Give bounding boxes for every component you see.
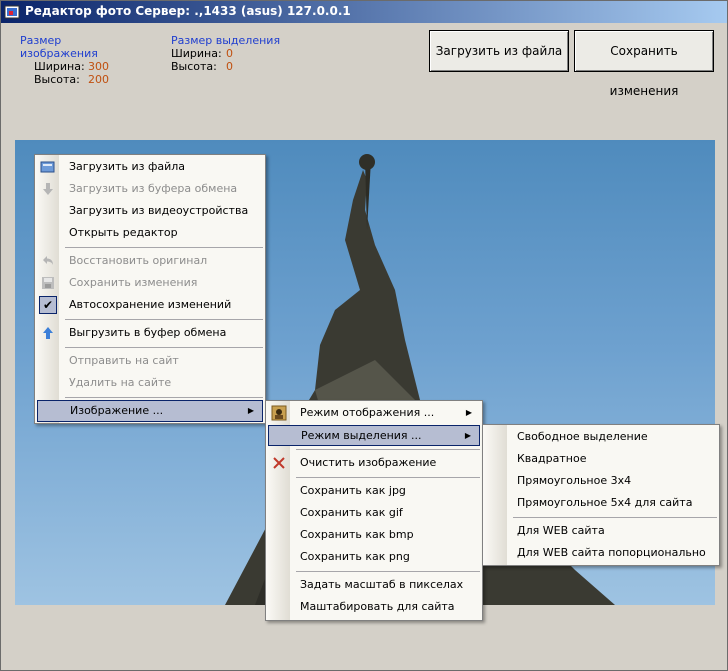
menu-item-free-selection[interactable]: Свободное выделение <box>485 427 717 447</box>
menu-item-load-from-file[interactable]: Загрузить из файла <box>37 157 263 177</box>
check-icon: ✔ <box>39 296 57 314</box>
menu-item-selection-mode[interactable]: Режим выделения ... ▶ <box>268 425 480 446</box>
menu-item-save-as-gif[interactable]: Сохранить как gif <box>268 503 480 523</box>
menu-item-label: Открыть редактор <box>69 226 178 239</box>
image-width-row: Ширина: 300 <box>20 60 140 73</box>
menu-item-label: Удалить на сайте <box>69 376 172 389</box>
menu-item-label: Восстановить оригинал <box>69 254 208 267</box>
menu-separator <box>296 477 480 478</box>
menu-separator <box>296 449 480 450</box>
menu-item-load-from-video-device[interactable]: Загрузить из видеоустройства <box>37 201 263 221</box>
selection-height-row: Высота: 0 <box>171 60 291 73</box>
menu-separator <box>65 397 263 398</box>
menu-item-label: Задать масштаб в пикселах <box>300 578 464 591</box>
selection-size-panel: Размер выделения Ширина: 0 Высота: 0 <box>171 34 291 73</box>
menu-item-set-scale-pixels[interactable]: Задать масштаб в пикселах <box>268 575 480 595</box>
menu-item-square[interactable]: Квадратное <box>485 449 717 469</box>
menu-item-open-editor[interactable]: Открыть редактор <box>37 223 263 243</box>
menu-item-image[interactable]: Изображение ... ▶ <box>37 400 263 422</box>
menu-item-label: Маштабировать для сайта <box>300 600 455 613</box>
display-mode-icon <box>271 405 287 421</box>
menu-item-copy-to-clipboard[interactable]: Выгрузить в буфер обмена <box>37 323 263 343</box>
up-arrow-icon <box>40 325 56 341</box>
menu-item-label: Сохранить как png <box>300 550 410 563</box>
image-width-label: Ширина: <box>34 60 85 73</box>
menu-item-display-mode[interactable]: Режим отображения ... ▶ <box>268 403 480 423</box>
menu-item-label: Прямоугольное 3x4 <box>517 474 632 487</box>
menu-item-label: Загрузить из видеоустройства <box>69 204 249 217</box>
image-height-value: 200 <box>88 73 109 86</box>
menu-item-label: Отправить на сайт <box>69 354 179 367</box>
menu-item-label: Сохранить как bmp <box>300 528 414 541</box>
menu-item-label: Загрузить из буфера обмена <box>69 182 238 195</box>
menu-item-label: Прямоугольное 5x4 для сайта <box>517 496 693 509</box>
image-height-label: Высота: <box>34 73 80 86</box>
app-icon <box>4 5 20 19</box>
menu-separator <box>513 517 717 518</box>
submenu-arrow-icon: ▶ <box>465 408 472 417</box>
menu-item-label: Квадратное <box>517 452 587 465</box>
menu-item-label: Свободное выделение <box>517 430 648 443</box>
image-size-panel: Размер изображения Ширина: 300 Высота: 2… <box>20 34 140 86</box>
open-file-icon <box>40 159 56 175</box>
menu-item-for-web-site-proportional[interactable]: Для WEB сайта попорционально <box>485 543 717 563</box>
menu-item-label: Для WEB сайта попорционально <box>517 546 706 559</box>
context-menu: Загрузить из файла Загрузить из буфера о… <box>34 154 266 424</box>
down-arrow-icon <box>40 181 56 197</box>
save-changes-button[interactable]: Сохранить изменения <box>574 30 714 98</box>
menu-item-load-from-clipboard[interactable]: Загрузить из буфера обмена <box>37 179 263 199</box>
menu-separator <box>296 571 480 572</box>
menu-item-label: Выгрузить в буфер обмена <box>69 326 227 339</box>
selection-height-label: Высота: <box>171 60 217 73</box>
menu-item-label: Изображение ... <box>70 404 164 417</box>
menu-item-label: Загрузить из файла <box>69 160 186 173</box>
menu-item-label: Очистить изображение <box>300 456 437 469</box>
menu-item-label: Автосохранение изменений <box>69 298 232 311</box>
selection-width-label: Ширина: <box>171 47 222 60</box>
menu-item-label: Режим отображения ... <box>300 406 435 419</box>
menu-item-rect-3x4[interactable]: Прямоугольное 3x4 <box>485 471 717 491</box>
menu-separator <box>65 247 263 248</box>
menu-item-rect-5x4-site[interactable]: Прямоугольное 5x4 для сайта <box>485 493 717 513</box>
menu-item-save-as-png[interactable]: Сохранить как png <box>268 547 480 567</box>
menu-item-save-changes[interactable]: Сохранить изменения <box>37 273 263 293</box>
menu-item-for-web-site[interactable]: Для WEB сайта <box>485 521 717 541</box>
selection-size-header: Размер выделения <box>171 34 281 47</box>
menu-item-label: Режим выделения ... <box>301 429 422 442</box>
load-from-file-button[interactable]: Загрузить из файла <box>429 30 569 72</box>
selection-mode-submenu: Свободное выделение Квадратное Прямоугол… <box>482 424 720 566</box>
window-title: Редактор фото Сервер: .,1433 (asus) 127.… <box>25 4 351 18</box>
clear-icon <box>271 455 287 471</box>
menu-item-delete-on-site[interactable]: Удалить на сайте <box>37 373 263 393</box>
title-bar[interactable]: Редактор фото Сервер: .,1433 (asus) 127.… <box>1 1 727 23</box>
menu-item-label: Сохранить как jpg <box>300 484 406 497</box>
selection-height-value: 0 <box>226 60 233 73</box>
submenu-arrow-icon: ▶ <box>464 431 471 440</box>
photo-editor-window: Редактор фото Сервер: .,1433 (asus) 127.… <box>0 0 728 671</box>
menu-separator <box>65 347 263 348</box>
menu-separator <box>65 319 263 320</box>
menu-item-restore-original[interactable]: Восстановить оригинал <box>37 251 263 271</box>
image-size-header: Размер изображения <box>20 34 98 60</box>
menu-item-save-as-bmp[interactable]: Сохранить как bmp <box>268 525 480 545</box>
submenu-arrow-icon: ▶ <box>247 406 254 415</box>
image-width-value: 300 <box>88 60 109 73</box>
menu-item-label: Для WEB сайта <box>517 524 605 537</box>
undo-icon <box>40 253 56 269</box>
selection-width-value: 0 <box>226 47 233 60</box>
menu-item-autosave-changes[interactable]: ✔ Автосохранение изменений <box>37 295 263 315</box>
selection-width-row: Ширина: 0 <box>171 47 291 60</box>
menu-item-clear-image[interactable]: Очистить изображение <box>268 453 480 473</box>
menu-item-label: Сохранить как gif <box>300 506 403 519</box>
menu-item-label: Сохранить изменения <box>69 276 198 289</box>
image-submenu: Режим отображения ... ▶ Режим выделения … <box>265 400 483 621</box>
image-height-row: Высота: 200 <box>20 73 140 86</box>
menu-item-scale-for-site[interactable]: Маштабировать для сайта <box>268 597 480 617</box>
save-icon <box>40 275 56 291</box>
menu-item-save-as-jpg[interactable]: Сохранить как jpg <box>268 481 480 501</box>
menu-item-send-to-site[interactable]: Отправить на сайт <box>37 351 263 371</box>
